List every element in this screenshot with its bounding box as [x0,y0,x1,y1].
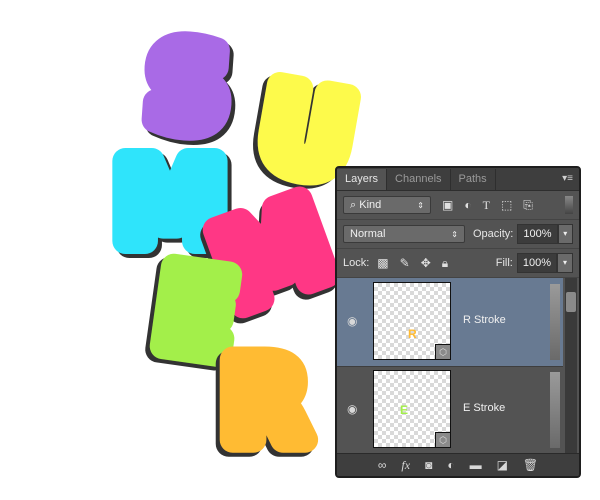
panel-bottom-bar: ∞ fx ◙ ◐ ▬ ◪ 🗑︎ [337,453,579,476]
chevron-updown-icon: ⇕ [417,200,424,210]
layer-name[interactable]: E Stroke [463,402,505,414]
layer-row[interactable]: ◉ R ⬡ R Stroke [337,278,563,367]
trash-icon[interactable]: 🗑︎ [523,458,538,472]
panel-tabs: Layers Channels Paths ▾≡ [337,168,579,191]
fx-icon[interactable]: fx [401,458,410,473]
fill-label: Fill: [495,257,513,269]
layer-thumbnail: E ⬡ [373,370,451,448]
filter-toggle[interactable] [565,196,573,214]
opacity-label: Opacity: [473,228,514,240]
smart-object-icon: ⬡ [435,344,450,359]
adjustment-layer-icon[interactable]: ◐ [447,458,454,472]
visibility-eye-icon[interactable]: ◉ [347,314,357,328]
lock-label: Lock: [343,257,370,269]
layer-scroll [550,284,560,360]
pixel-filter-icon[interactable]: ▣ [442,198,453,212]
smart-object-icon: ⬡ [435,432,450,447]
smart-object-filter-icon[interactable]: ⎘ [523,198,533,213]
lock-transparent-icon[interactable]: ▩ [377,256,388,270]
visibility-eye-icon[interactable]: ◉ [347,402,357,416]
search-icon: ⌕ [350,198,357,211]
layers-panel: Layers Channels Paths ▾≡ ⌕ Kind ⇕ ▣ ◐ T … [335,166,581,478]
lock-paint-icon[interactable]: ✎ [400,256,410,270]
new-layer-icon[interactable]: ◪ [497,458,508,472]
opacity-dropdown[interactable]: ▾ [557,224,573,244]
blend-row: Normal ⇕ Opacity: 100% ▾ [337,220,579,249]
layer-row[interactable]: ◉ E ⬡ E Stroke [337,366,563,455]
svg-text:R: R [223,338,308,466]
shape-filter-icon[interactable]: ⬚ [501,198,512,212]
add-mask-icon[interactable]: ◙ [425,458,432,472]
layer-name[interactable]: R Stroke [463,314,506,326]
tab-channels[interactable]: Channels [387,169,451,190]
svg-text:S: S [144,21,232,154]
lock-row: Lock: ▩ ✎ ✥ 🔒︎ Fill: 100% ▾ [337,249,579,278]
layer-thumbnail: R ⬡ [373,282,451,360]
type-filter-icon[interactable]: T [483,198,490,213]
panel-menu-icon[interactable]: ▾≡ [562,173,573,184]
layer-scroll [550,372,560,448]
filter-row: ⌕ Kind ⇕ ▣ ◐ T ⬚ ⎘ [337,191,579,220]
scrollbar-thumb[interactable] [566,292,576,312]
letter-r: R R [206,325,321,483]
tab-paths[interactable]: Paths [451,169,496,190]
filter-kind-select[interactable]: ⌕ Kind ⇕ [343,196,431,214]
fill-dropdown[interactable]: ▾ [557,253,573,273]
adjustment-filter-icon[interactable]: ◐ [464,198,471,212]
new-group-icon[interactable]: ▬ [470,458,482,472]
layers-list: ◉ R ⬡ R Stroke ◉ E ⬡ E Stroke [337,278,579,455]
layers-scrollbar[interactable] [565,278,577,454]
tab-layers[interactable]: Layers [337,169,388,190]
fill-input[interactable]: 100% [516,253,557,273]
link-layers-icon[interactable]: ∞ [378,458,387,472]
chevron-updown-icon: ⇕ [451,229,458,239]
opacity-input[interactable]: 100% [517,224,558,244]
blend-mode-select[interactable]: Normal ⇕ [343,225,465,243]
lock-position-icon[interactable]: ✥ [421,256,431,270]
lock-all-icon[interactable]: 🔒︎ [442,256,448,271]
